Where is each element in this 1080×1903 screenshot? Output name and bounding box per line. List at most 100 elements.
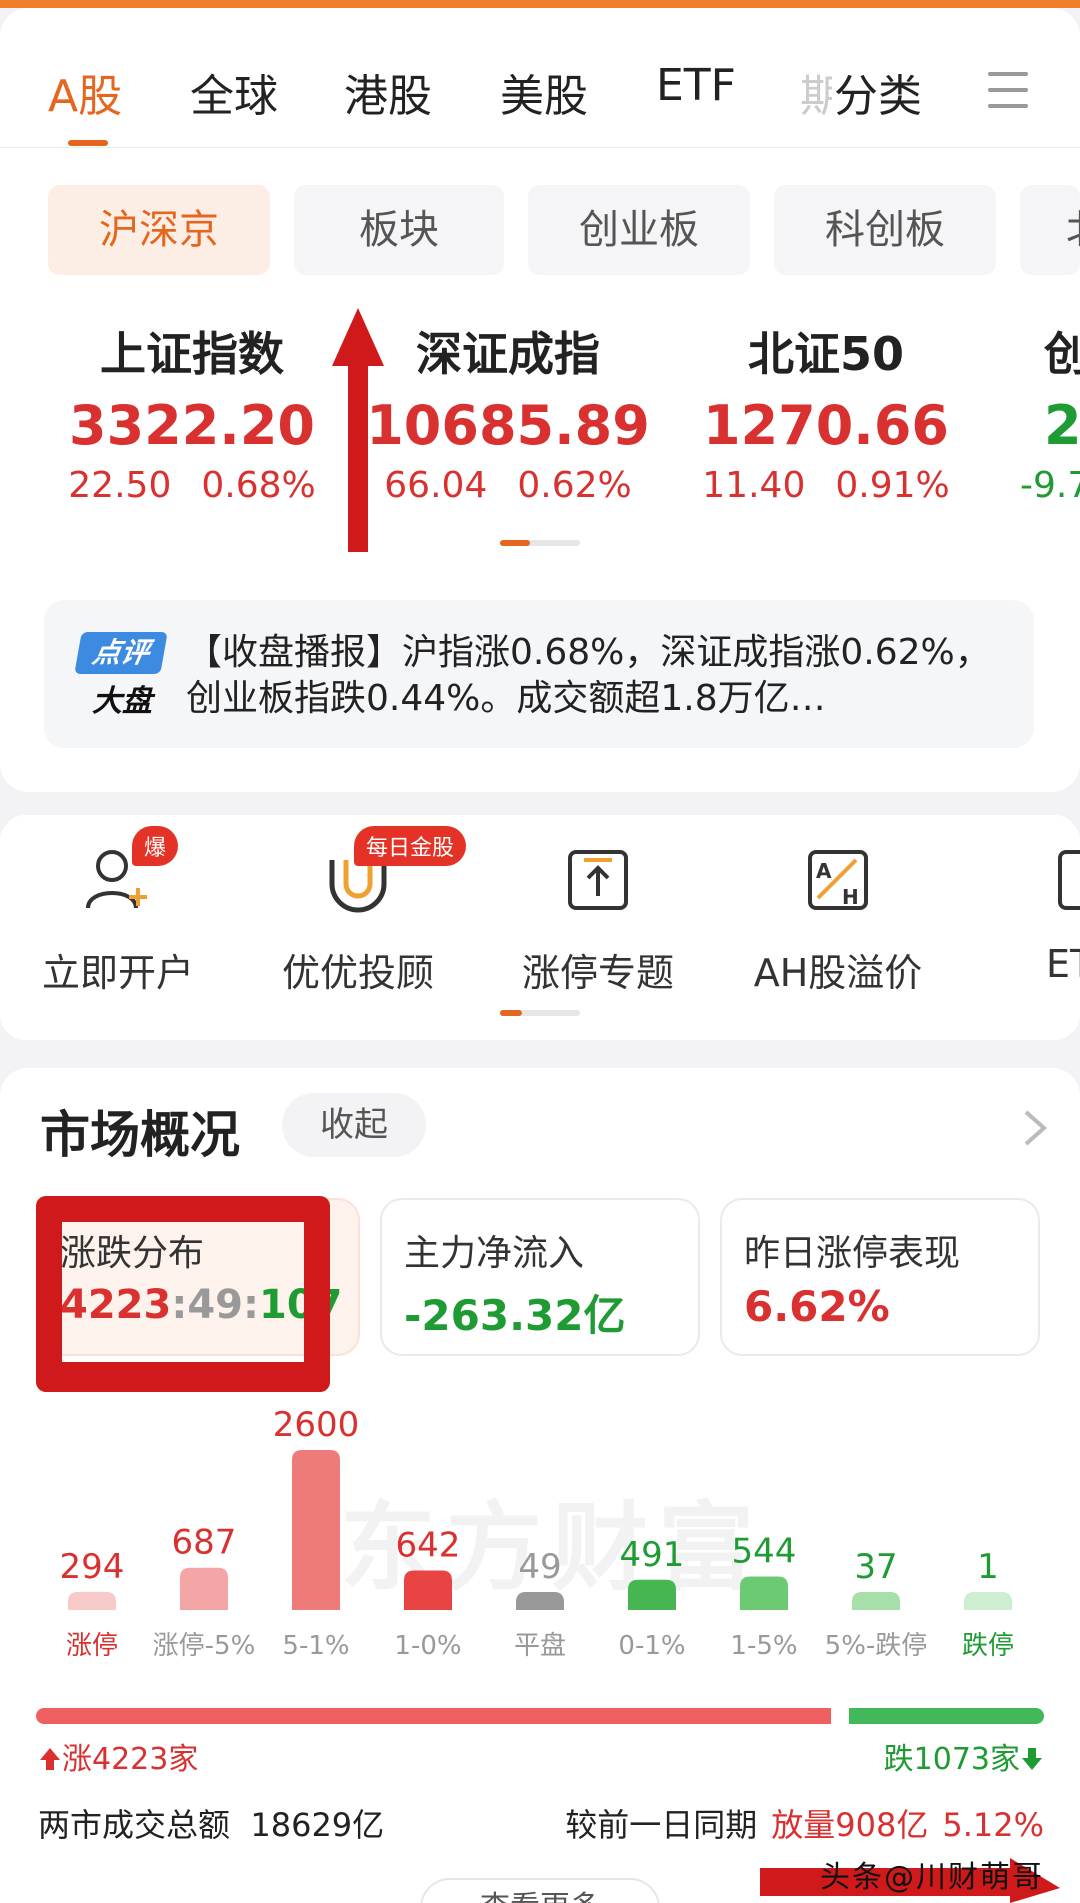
upload-box-icon	[558, 840, 638, 920]
chart-bar-0	[68, 1591, 116, 1610]
hot-badge: 爆	[132, 826, 179, 866]
stat-value: -263.32亿	[404, 1291, 626, 1340]
index-card-chinext[interactable]: 创 22 -9.7	[1000, 318, 1080, 506]
chart-category-label: 1-0%	[394, 1631, 461, 1661]
etf-icon	[1048, 840, 1080, 920]
down-count-label: 跌1073家	[884, 1734, 1044, 1778]
shortcut-label: 立即开户	[41, 951, 194, 995]
shortcut-label: ET	[1046, 942, 1080, 986]
segment-bj[interactable]: 北	[1020, 185, 1080, 275]
chart-bar-6	[740, 1576, 788, 1610]
chart-value-label: 642	[396, 1525, 461, 1565]
shortcut-limit-up[interactable]: 涨停专题	[498, 840, 698, 997]
tab-a-shares[interactable]: A股	[48, 60, 122, 124]
tab-hk[interactable]: 港股	[344, 60, 432, 124]
chart-value-label: 687	[172, 1523, 237, 1563]
svg-text:A: A	[816, 859, 832, 883]
index-value: 22	[1044, 394, 1080, 457]
add-user-icon: 爆	[78, 826, 179, 920]
chart-bar-4	[516, 1592, 564, 1610]
index-change: -9.7	[1020, 465, 1080, 506]
svg-text:H: H	[842, 885, 859, 909]
chart-category-label: 5-1%	[282, 1631, 349, 1661]
chart-category-label: 1-5%	[730, 1631, 797, 1661]
breadth-ratio-bar	[36, 1708, 1044, 1724]
stat-value: 6.62%	[744, 1282, 890, 1331]
collapse-button[interactable]: 收起	[282, 1093, 426, 1157]
chart-value-label: 544	[732, 1532, 797, 1572]
chart-category-label: 5%-跌停	[825, 1631, 928, 1661]
stat-main-net-inflow[interactable]: 主力净流入 -263.32亿	[380, 1198, 700, 1356]
breadth-down-segment	[849, 1708, 1044, 1724]
news-text: 【收盘播报】沪指涨0.68%，深证成指涨0.62%，创业板指跌0.44%。成交额…	[186, 632, 991, 719]
active-tab-underline	[68, 140, 108, 146]
index-value: 10685.89	[366, 394, 650, 457]
tab-global[interactable]: 全球	[190, 60, 278, 124]
turnover-compare: 较前一日同期 放量908亿 5.12%	[565, 1806, 1044, 1844]
shortcut-ah-premium[interactable]: A H AH股溢价	[738, 840, 938, 997]
shortcut-pager-dots	[500, 1010, 580, 1016]
chart-category-label: 涨停	[66, 1631, 118, 1661]
index-name: 上证指数	[100, 327, 284, 381]
chart-bar-8	[964, 1592, 1012, 1610]
shortcut-open-account[interactable]: 爆 立即开户	[18, 826, 218, 997]
chart-bar-1	[180, 1567, 228, 1610]
index-card-szse[interactable]: 深证成指 10685.89 66.04 0.62%	[358, 318, 658, 506]
chart-bar-7	[852, 1592, 900, 1610]
index-change: 66.04 0.62%	[384, 465, 632, 506]
chart-value-label: 491	[620, 1535, 685, 1575]
up-count-label: 涨4223家	[38, 1734, 198, 1778]
tab-category[interactable]: 分类	[834, 60, 922, 124]
chart-value-label: 294	[60, 1547, 125, 1587]
chart-category-label: 0-1%	[618, 1631, 685, 1661]
highlight-box-annotation	[36, 1196, 330, 1392]
menu-icon[interactable]	[988, 72, 1028, 112]
index-name: 北证50	[747, 327, 904, 381]
chart-bar-5	[628, 1579, 676, 1610]
market-tabs: A股 全球 港股 美股 ETF 期 分类	[0, 8, 1080, 148]
chart-value-label: 1	[977, 1547, 999, 1587]
arrow-down-icon	[1022, 1748, 1042, 1770]
segment-sectors[interactable]: 板块	[294, 185, 504, 275]
magnet-icon: 每日金股	[318, 826, 467, 920]
chart-bar-3	[404, 1570, 452, 1610]
stat-yesterday-limit-up[interactable]: 昨日涨停表现 6.62%	[720, 1198, 1040, 1356]
chart-bar-2	[292, 1450, 340, 1610]
market-review-logo: 点评 大盘	[74, 632, 168, 719]
daily-pick-badge: 每日金股	[354, 826, 467, 866]
tab-futures[interactable]: 期	[800, 60, 832, 124]
shortcut-label: 涨停专题	[521, 951, 674, 995]
top-accent-bar	[0, 0, 1080, 8]
chart-value-label: 2600	[273, 1405, 360, 1445]
chevron-right-icon[interactable]	[1022, 1108, 1048, 1148]
segment-hs-bj[interactable]: 沪深京	[48, 185, 270, 275]
breadth-up-segment	[36, 1708, 831, 1724]
chart-category-label: 跌停	[962, 1631, 1014, 1661]
index-card-sse[interactable]: 上证指数 3322.20 22.50 0.68%	[42, 318, 342, 506]
view-more-button[interactable]: 查看更多	[420, 1878, 660, 1903]
market-news-banner[interactable]: 点评 大盘 【收盘播报】沪指涨0.68%，深证成指涨0.62%，创业板指跌0.4…	[44, 600, 1034, 748]
segment-star[interactable]: 科创板	[774, 185, 996, 275]
stat-label: 昨日涨停表现	[744, 1233, 961, 1274]
source-watermark-text: 头条@川财萌哥	[820, 1860, 1044, 1895]
segment-chinext[interactable]: 创业板	[528, 185, 750, 275]
index-card-bse50[interactable]: 北证50 1270.66 11.40 0.91%	[676, 318, 976, 506]
chart-value-label: 37	[854, 1547, 897, 1587]
index-value: 3322.20	[69, 394, 315, 457]
tab-etf[interactable]: ETF	[656, 60, 736, 111]
index-pager-dots	[500, 540, 580, 546]
index-value: 1270.66	[703, 394, 949, 457]
arrow-up-icon	[40, 1748, 60, 1770]
distribution-chart: 294 涨停 687 涨停-5% 2600 5-1% 642 1-0% 49 平盘 491 0-1% 5…	[60, 1405, 1014, 1661]
shortcut-etf[interactable]: ET	[978, 840, 1080, 986]
chart-category-label: 平盘	[514, 1631, 566, 1661]
turnover-total: 两市成交总额 18629亿	[38, 1806, 385, 1844]
shortcut-label: AH股溢价	[753, 951, 923, 995]
chart-category-label: 涨停-5%	[153, 1631, 256, 1661]
market-overview-title: 市场概况	[40, 1106, 240, 1164]
stat-label: 主力净流入	[404, 1233, 585, 1274]
index-change: 11.40 0.91%	[702, 465, 950, 506]
tab-us[interactable]: 美股	[500, 60, 588, 124]
shortcut-advisor[interactable]: 每日金股 优优投顾	[258, 826, 467, 997]
shortcut-label: 优优投顾	[281, 951, 434, 995]
